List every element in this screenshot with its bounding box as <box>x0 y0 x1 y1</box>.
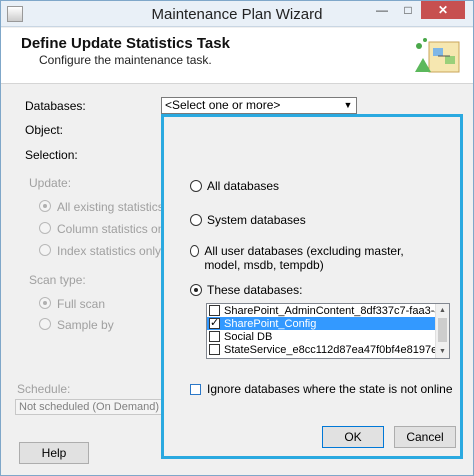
update-option-all: All existing statistics <box>57 200 164 214</box>
list-item[interactable]: Social DB <box>207 330 435 343</box>
cancel-button-label: Cancel <box>406 430 444 444</box>
page-title: Define Update Statistics Task <box>21 35 230 52</box>
list-item[interactable]: StateService_e8cc112d87ea47f0bf4e8197e69… <box>207 343 449 356</box>
database-checkbox[interactable] <box>209 305 220 316</box>
wizard-art-icon <box>415 38 460 73</box>
list-item[interactable]: SharePoint_Config <box>207 316 435 330</box>
list-item[interactable]: SharePoint_AdminContent_8df337c7-faa3-4c… <box>207 304 449 317</box>
scan-sample-radio[interactable] <box>39 318 51 330</box>
update-option-index: Index statistics only <box>57 244 162 258</box>
option-system-databases[interactable]: System databases <box>190 213 306 227</box>
ok-button-label: OK <box>344 430 362 444</box>
help-button-label: Help <box>41 446 67 460</box>
user-databases-radio[interactable] <box>190 245 200 257</box>
window-controls: — □ ✕ <box>369 1 465 19</box>
scroll-up-icon[interactable]: ▲ <box>436 304 449 317</box>
update-index-radio[interactable] <box>39 244 51 256</box>
wizard-header: Define Update Statistics Task Configure … <box>1 28 473 84</box>
update-label: Update: <box>29 176 72 190</box>
database-checkbox[interactable] <box>209 331 220 342</box>
chevron-down-icon[interactable]: ▼ <box>340 98 356 113</box>
scan-type-label: Scan type: <box>29 273 86 287</box>
selection-label: Selection: <box>25 148 78 162</box>
database-name: Social DB <box>224 330 273 343</box>
system-databases-radio[interactable] <box>190 214 202 226</box>
scan-option-full: Full scan <box>57 297 106 311</box>
ignore-offline-option[interactable]: Ignore databases where the state is not … <box>190 382 453 396</box>
database-checkbox[interactable] <box>209 344 220 355</box>
cancel-button[interactable]: Cancel <box>394 426 456 448</box>
scroll-down-icon[interactable]: ▼ <box>436 345 449 358</box>
database-selection-popup: All databases System databases All user … <box>161 114 463 459</box>
databases-label: Databases: <box>25 99 86 113</box>
database-name: SharePoint_Config <box>224 317 317 330</box>
these-databases-radio[interactable] <box>190 284 202 296</box>
option-label: All databases <box>207 179 280 193</box>
database-list[interactable]: SharePoint_AdminContent_8df337c7-faa3-4c… <box>206 303 450 359</box>
ok-button[interactable]: OK <box>322 426 384 448</box>
option-label: All user databases (excluding master, mo… <box>204 244 404 272</box>
object-label: Object: <box>25 123 64 137</box>
title-bar[interactable]: Maintenance Plan Wizard — □ ✕ <box>1 1 473 27</box>
scroll-thumb[interactable] <box>438 318 447 342</box>
option-all-databases[interactable]: All databases <box>190 179 279 193</box>
schedule-label: Schedule: <box>17 382 71 396</box>
schedule-field: Not scheduled (On Demand) <box>15 399 165 415</box>
database-checkbox[interactable] <box>209 316 220 329</box>
close-button[interactable]: ✕ <box>421 1 465 19</box>
scan-full-radio[interactable] <box>39 297 51 309</box>
ignore-offline-label: Ignore databases where the state is not … <box>207 382 453 396</box>
update-column-radio[interactable] <box>39 222 51 234</box>
option-label: System databases <box>207 213 306 227</box>
all-databases-radio[interactable] <box>190 180 202 192</box>
list-scrollbar[interactable]: ▲ ▼ <box>435 304 449 358</box>
page-subtitle: Configure the maintenance task. <box>39 53 212 67</box>
databases-combo[interactable]: <Select one or more> ▼ <box>161 97 357 114</box>
option-label: These databases: <box>207 283 303 297</box>
maintenance-plan-wizard-window: Maintenance Plan Wizard — □ ✕ Define Upd… <box>0 0 474 476</box>
update-option-column: Column statistics only <box>57 222 174 236</box>
databases-combo-value: <Select one or more> <box>165 98 281 112</box>
update-all-radio[interactable] <box>39 200 51 212</box>
ignore-offline-checkbox[interactable] <box>190 383 201 395</box>
scan-option-sample: Sample by <box>57 318 114 332</box>
database-name: StateService_e8cc112d87ea47f0bf4e8197e69… <box>224 343 450 356</box>
maximize-button[interactable]: □ <box>395 1 421 19</box>
minimize-button[interactable]: — <box>369 1 395 19</box>
option-these-databases[interactable]: These databases: <box>190 283 302 297</box>
option-user-databases[interactable]: All user databases (excluding master, mo… <box>190 244 440 272</box>
database-name: SharePoint_AdminContent_8df337c7-faa3-4c… <box>224 304 449 317</box>
help-button[interactable]: Help <box>19 442 89 464</box>
